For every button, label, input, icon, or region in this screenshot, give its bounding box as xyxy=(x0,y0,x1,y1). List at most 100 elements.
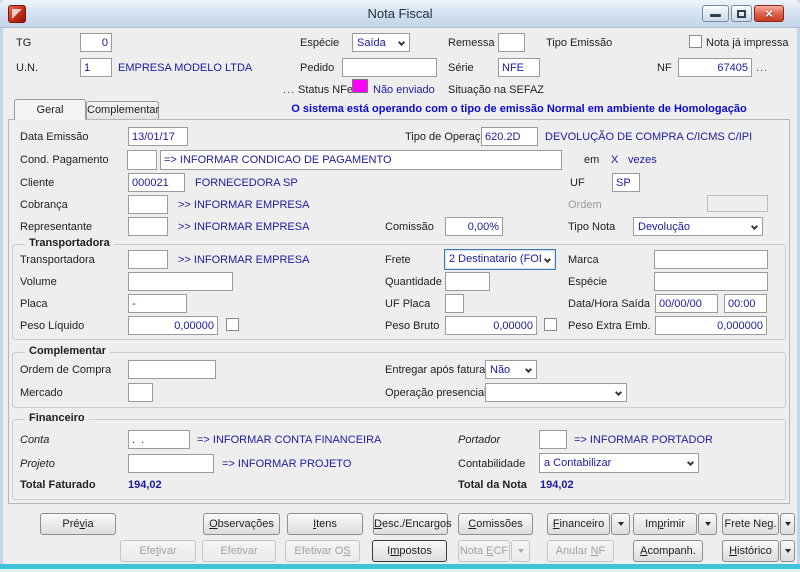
chevron-down-icon xyxy=(524,365,533,374)
conta-hint: => INFORMAR CONTA FINANCEIRA xyxy=(197,434,382,446)
frete-select[interactable]: 2 Destinatario (FOB xyxy=(444,249,556,270)
quantidade-input[interactable] xyxy=(445,272,490,291)
pedido-input[interactable] xyxy=(342,58,437,77)
mercado-input[interactable] xyxy=(128,383,153,402)
frete-value: 2 Destinatario (FOB xyxy=(449,253,541,265)
mercado-label: Mercado xyxy=(20,387,63,399)
close-button[interactable]: × xyxy=(754,5,784,22)
imprimir-dropdown-button[interactable] xyxy=(698,513,717,535)
frete-neg-dropdown-button[interactable] xyxy=(780,513,795,535)
titlebar: Nota Fiscal × xyxy=(0,0,800,28)
impostos-button[interactable]: Impostos xyxy=(372,540,447,562)
entregar-value: Não xyxy=(490,364,511,376)
total-da-nota-label: Total da Nota xyxy=(458,479,527,491)
peso-bruto-checkbox[interactable] xyxy=(544,318,557,331)
nf-input[interactable] xyxy=(678,58,752,77)
cobranca-input[interactable] xyxy=(128,195,168,214)
un-input[interactable] xyxy=(80,58,112,77)
hora-saida-input[interactable] xyxy=(724,294,767,313)
uf-input[interactable] xyxy=(612,173,640,192)
operacao-presencial-select[interactable] xyxy=(485,383,627,402)
tipo-nota-value: Devolução xyxy=(638,221,690,233)
projeto-label: Projeto xyxy=(20,458,55,470)
entregar-apos-faturar-select[interactable]: Não xyxy=(485,360,537,379)
desc-encargos-button[interactable]: Desc./Encargos xyxy=(373,513,452,535)
especie-value: Saída xyxy=(357,37,386,49)
peso-liquido-checkbox[interactable] xyxy=(226,318,239,331)
dropdown-arrow-icon xyxy=(617,522,624,527)
imprimir-button[interactable]: Imprimir xyxy=(633,513,697,535)
especie-label: Espécie xyxy=(300,37,340,49)
un-label: U.N. xyxy=(16,62,38,74)
cliente-input[interactable] xyxy=(128,173,185,192)
itens-button[interactable]: Itens xyxy=(287,513,363,535)
uf-label: UF xyxy=(570,177,585,189)
nf-more-button[interactable]: ... xyxy=(756,62,768,74)
peso-extra-input[interactable] xyxy=(655,316,767,335)
status-nfe-swatch xyxy=(352,79,368,93)
nf-label: NF xyxy=(657,62,672,74)
historico-dropdown-button[interactable] xyxy=(780,540,795,562)
comissao-input[interactable] xyxy=(445,217,503,236)
cliente-name: FORNECEDORA SP xyxy=(195,177,298,189)
peso-bruto-input[interactable] xyxy=(445,316,537,335)
placa-input[interactable] xyxy=(128,294,187,313)
transportadora-group-label: Transportadora xyxy=(25,237,114,249)
data-saida-input[interactable] xyxy=(655,294,718,313)
historico-button[interactable]: Histórico xyxy=(722,540,779,562)
projeto-input[interactable] xyxy=(128,454,214,473)
nota-ja-impressa-checkbox[interactable] xyxy=(689,35,702,48)
uf-placa-label: UF Placa xyxy=(385,298,431,310)
peso-liquido-input[interactable] xyxy=(128,316,218,335)
tipo-operacao-desc: DEVOLUÇÃO DE COMPRA C/ICMS C/IPI xyxy=(545,131,753,143)
cond-pagamento-desc-input[interactable] xyxy=(160,150,562,170)
previa-button[interactable]: Prévia xyxy=(40,513,116,535)
minimize-button[interactable] xyxy=(702,5,729,22)
vezes-x-value: X xyxy=(611,154,619,166)
total-da-nota-value: 194,02 xyxy=(540,479,574,491)
comissoes-button[interactable]: Comissões xyxy=(458,513,533,535)
close-icon: × xyxy=(765,6,773,21)
contabilidade-select[interactable]: a Contabilizar xyxy=(539,453,699,473)
sefaz-label: Situação na SEFAZ xyxy=(448,84,544,96)
dropdown-arrow-icon xyxy=(784,549,791,554)
maximize-button[interactable] xyxy=(731,5,752,22)
conta-input[interactable] xyxy=(128,430,190,449)
data-emissao-input[interactable] xyxy=(128,127,188,146)
observacoes-button[interactable]: Observações xyxy=(203,513,280,535)
financeiro-button[interactable]: Financeiro xyxy=(547,513,610,535)
remessa-input[interactable] xyxy=(498,33,525,52)
chevron-down-icon xyxy=(750,222,759,231)
especie-transp-input[interactable] xyxy=(654,272,768,291)
tipo-operacao-input[interactable] xyxy=(481,127,538,146)
tg-input[interactable] xyxy=(80,33,112,52)
representante-input[interactable] xyxy=(128,217,168,236)
volume-input[interactable] xyxy=(128,272,233,291)
portador-input[interactable] xyxy=(539,430,567,449)
ordem-compra-input[interactable] xyxy=(128,360,216,379)
chevron-down-icon xyxy=(397,38,406,47)
serie-input[interactable] xyxy=(498,58,540,77)
marca-input[interactable] xyxy=(654,250,768,269)
cond-pagamento-code-input[interactable] xyxy=(127,150,157,170)
quantidade-label: Quantidade xyxy=(385,276,442,288)
anular-nf-button: Anular NF xyxy=(547,540,614,562)
maximize-icon xyxy=(737,10,746,18)
transportadora-input[interactable] xyxy=(128,250,168,269)
acompanh-button[interactable]: Acompanh. xyxy=(633,540,703,562)
tab-complementar[interactable]: Complementar xyxy=(86,101,159,119)
nota-ecf-button: Nota ECF xyxy=(458,540,510,562)
tipo-nota-select[interactable]: Devolução xyxy=(633,217,763,236)
frete-neg-button[interactable]: Frete Neg. xyxy=(722,513,779,535)
contabilidade-label: Contabilidade xyxy=(458,458,526,470)
especie-select[interactable]: Saída xyxy=(352,33,410,52)
tipo-nota-label: Tipo Nota xyxy=(568,221,616,233)
financeiro-dropdown-button[interactable] xyxy=(611,513,630,535)
tab-geral[interactable]: Geral xyxy=(14,99,86,120)
efetivar-os-button: Efetivar OS xyxy=(285,540,360,562)
cobranca-label: Cobrança xyxy=(20,199,68,211)
peso-bruto-label: Peso Bruto xyxy=(385,320,440,332)
uf-placa-input[interactable] xyxy=(445,294,464,313)
status-dots-icon: ... xyxy=(283,84,296,96)
nota-ecf-dropdown-button xyxy=(511,540,530,562)
